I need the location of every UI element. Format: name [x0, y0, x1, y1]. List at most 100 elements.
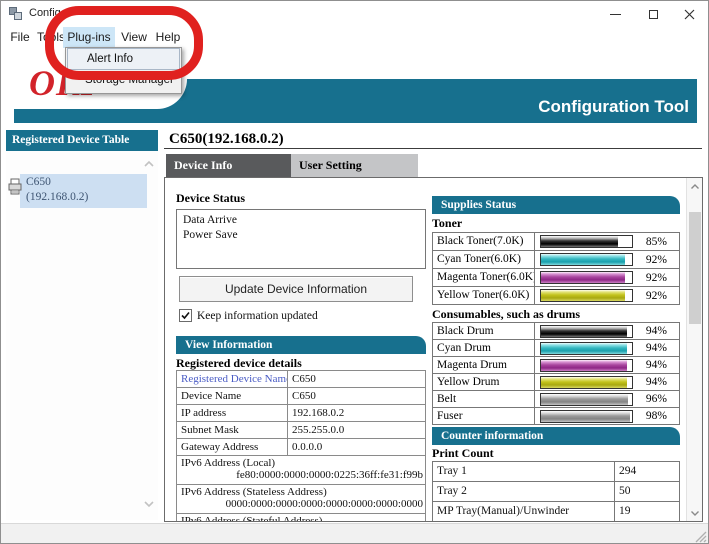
consumable-gauge-row: Cyan Drum94% [433, 340, 679, 357]
gauge-fill [541, 254, 625, 265]
gauge-fill [541, 360, 627, 371]
banner-title: Configuration Tool [538, 97, 689, 117]
scroll-up-button[interactable] [687, 178, 703, 195]
gauge-fill [541, 272, 625, 283]
gauge-track [540, 410, 633, 423]
gauge-percent: 85% [633, 236, 679, 248]
device-list-item[interactable]: C650(192.168.0.2) [6, 174, 147, 208]
gauge-track [540, 393, 633, 406]
device-detail-row-ipv6: IPv6 Address (Stateful Address) [177, 514, 425, 522]
detail-label: IP address [177, 405, 288, 421]
counter-label: MP Tray(Manual)/Unwinder [433, 502, 615, 521]
maximize-icon [649, 10, 658, 19]
gauge-label: Fuser [433, 408, 535, 424]
detail-label: Subnet Mask [177, 422, 288, 438]
counter-label: Tray 2 [433, 482, 615, 501]
device-detail-row: Registered Device NameC650 [177, 371, 425, 388]
gauge-percent: 94% [633, 376, 679, 388]
gauge-percent: 94% [633, 325, 679, 337]
counter-value: 19 [615, 502, 679, 521]
gauge-fill [541, 290, 625, 301]
counter-information-header: Counter information [432, 427, 680, 445]
printer-icon [8, 178, 22, 196]
menubar-item-plug-ins[interactable]: Plug-ins [63, 27, 115, 48]
menubar-item-view[interactable]: View [117, 27, 151, 48]
content-scrollbar[interactable] [686, 178, 702, 521]
sidebar-scroll-down-icon[interactable] [143, 499, 155, 509]
device-detail-row-ipv6: IPv6 Address (Stateless Address)0000:000… [177, 485, 425, 514]
gauge-track [540, 271, 633, 284]
detail-value: fe80:0000:0000:0000:0225:36ff:fe31:f99b [177, 469, 425, 481]
chevron-down-icon [690, 509, 700, 517]
tab-device-info[interactable]: Device Info [166, 154, 291, 177]
tabbar: Device InfoUser Setting [166, 154, 418, 177]
consumable-gauge-row: Fuser 98% [433, 408, 679, 425]
plugins-dropdown-menu: Alert InfoStorage Manager [65, 47, 182, 94]
menu-item-storage-manager[interactable]: Storage Manager [66, 70, 181, 92]
gauge-fill [541, 411, 630, 422]
menubar-item-file[interactable]: File [6, 27, 34, 48]
counter-value: 294 [615, 462, 679, 481]
page-title: C650(192.168.0.2) [169, 131, 284, 148]
maximize-button[interactable] [636, 1, 670, 27]
gauge-label: Yellow Drum [433, 374, 535, 390]
print-count-heading: Print Count [432, 447, 680, 460]
gauge-percent: 92% [633, 272, 679, 284]
print-count-row: MP Tray(Manual)/Unwinder19 [433, 502, 679, 522]
consumable-gauge-row: Black Drum94% [433, 323, 679, 340]
toner-gauge-row: Black Toner(7.0K) 85% [433, 233, 679, 251]
gauge-label: Yellow Toner(6.0K) [433, 287, 535, 304]
detail-label: IPv6 Address (Stateful Address) [177, 514, 425, 522]
keep-information-updated-checkbox[interactable] [179, 309, 192, 322]
gauge-fill [541, 377, 627, 388]
gauge-bar [535, 410, 633, 423]
toner-gauge-row: Yellow Toner(6.0K)92% [433, 287, 679, 305]
sidebar-scroll-up-icon[interactable] [143, 159, 155, 169]
print-count-row: Tray 250 [433, 482, 679, 502]
gauge-label: Black Toner(7.0K) [433, 233, 535, 250]
menu-item-alert-info[interactable]: Alert Info [67, 48, 180, 70]
counter-label: Tray 1 [433, 462, 615, 481]
device-info-page: Device Status Data ArrivePower Save Upda… [164, 177, 703, 522]
minimize-button[interactable] [598, 1, 632, 27]
detail-label: Gateway Address [177, 439, 288, 455]
resize-grip[interactable] [694, 530, 707, 543]
print-count-table: Tray 1294Tray 250MP Tray(Manual)/Unwinde… [432, 461, 680, 522]
gauge-track [540, 359, 633, 372]
scroll-down-button[interactable] [687, 504, 703, 521]
device-name: C650 [26, 175, 88, 190]
close-icon [684, 9, 695, 20]
view-information-header: View Information [176, 336, 426, 354]
gauge-bar [535, 271, 633, 284]
gauge-percent: 98% [633, 410, 679, 422]
gauge-label: Magenta Toner(6.0K) [433, 269, 535, 286]
detail-value: C650 [288, 388, 425, 404]
detail-label: Registered Device Name [177, 371, 288, 387]
scrollbar-thumb[interactable] [689, 212, 701, 324]
device-detail-row-ipv6: IPv6 Address (Local)fe80:0000:0000:0000:… [177, 456, 425, 485]
device-list: C650(192.168.0.2) [6, 151, 158, 520]
gauge-percent: 94% [633, 342, 679, 354]
check-icon [180, 310, 191, 321]
menubar: FileToolsPlug-insViewHelp [1, 27, 708, 48]
close-button[interactable] [672, 1, 706, 27]
device-ip: (192.168.0.2) [26, 190, 88, 205]
detail-label: Device Name [177, 388, 288, 404]
gauge-bar [535, 376, 633, 389]
app-window: Config FileToolsPlug-insViewHelp OKI Con… [0, 0, 709, 544]
tab-user-setting[interactable]: User Setting [291, 154, 418, 177]
update-device-information-button[interactable]: Update Device Information [179, 276, 413, 302]
device-details-table: Registered Device NameC650Device NameC65… [176, 370, 426, 522]
chevron-up-icon [690, 183, 700, 191]
detail-value: 0.0.0.0 [288, 439, 425, 455]
consumable-gauge-row: Magenta Drum94% [433, 357, 679, 374]
device-status-heading: Device Status [176, 192, 426, 205]
gauge-label: Cyan Toner(6.0K) [433, 251, 535, 268]
toner-table: Black Toner(7.0K) 85% Cyan Toner(6.0K) 92% M… [432, 232, 680, 305]
gauge-track [540, 253, 633, 266]
consumable-gauge-row: Belt96% [433, 391, 679, 408]
gauge-label: Magenta Drum [433, 357, 535, 373]
menubar-item-help[interactable]: Help [151, 27, 185, 48]
gauge-percent: 96% [633, 393, 679, 405]
gauge-track [540, 289, 633, 302]
